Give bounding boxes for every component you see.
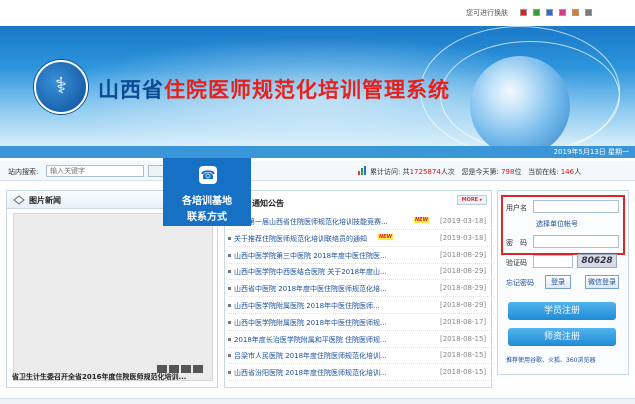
captcha-label: 验证码 — [506, 259, 527, 267]
notice-item[interactable]: 印发第一届山西省住院医师规范化培训技能竞赛... NEW [2019-03-18] — [228, 214, 494, 230]
bar-chart-icon — [358, 166, 366, 175]
today-count: 798 — [501, 168, 515, 176]
notice-date: [2018-08-17] — [440, 317, 487, 326]
bottom-border — [0, 398, 635, 404]
forgot-password-link[interactable]: 忘记密码 — [506, 278, 534, 288]
contact-line2: 联系方式 — [187, 212, 227, 223]
notice-date: [2018-08-15] — [440, 351, 487, 360]
notice-link[interactable]: 山西中医学院附属医院 2018年中医住院医师规... — [234, 318, 434, 328]
username-label: 用户名 — [506, 204, 527, 212]
notice-date: [2019-03-18] — [440, 217, 487, 225]
search-button[interactable] — [148, 165, 164, 177]
notice-item[interactable]: 山西省中医院 2018年度中医住院医师规范化培... [2018-08-29] — [228, 281, 494, 298]
skin-pink-swatch[interactable] — [559, 9, 566, 16]
notice-date: [2019-03-18] — [440, 233, 487, 242]
list-bullet-icon — [228, 287, 231, 291]
notice-item[interactable]: 山西中医学院中西医结合医院 关于2018年度山... [2018-08-29] — [228, 264, 494, 281]
wechat-login-button[interactable]: 微信登录 — [585, 275, 619, 289]
notice-item[interactable]: 山西中医学院附属医院 2018年中医住院医师... [2018-08-29] — [228, 298, 494, 314]
online-label: 当前在线: — [528, 168, 559, 176]
teacher-register-button[interactable]: 师资注册 — [508, 328, 616, 346]
news-photo-slide[interactable] — [13, 213, 213, 381]
captcha-input[interactable] — [533, 255, 573, 268]
notice-link[interactable]: 山西中医学院中西医结合医院 关于2018年度山... — [234, 267, 434, 277]
notice-title: 通知公告 — [252, 199, 284, 208]
title-prefix: 山西省 — [98, 78, 164, 102]
visit-stats: 累计访问: 共1725874人次 您是今天第: 798位 当前在线: 146人 — [370, 167, 581, 177]
phone-icon: ☎ — [199, 166, 217, 184]
notice-date: [2018-08-29] — [440, 267, 487, 276]
online-unit: 人 — [574, 168, 582, 176]
header-banner: ⚕ 山西省住院医师规范化培训管理系统 — [0, 26, 635, 146]
skin-orange-swatch[interactable] — [572, 9, 579, 16]
training-base-contact-button[interactable]: ☎ 各培训基地 联系方式 — [163, 158, 251, 226]
photo-news-caption[interactable]: 省卫生计生委召开全省2016年度住院医师规范化培训... — [12, 372, 212, 382]
login-button[interactable]: 登录 — [545, 275, 571, 289]
notice-date: [2018-08-29] — [440, 301, 487, 309]
list-bullet-icon — [228, 304, 231, 307]
skin-red-swatch[interactable] — [520, 9, 527, 16]
visits-unit: 人次 — [440, 168, 455, 176]
captcha-image[interactable]: 80628 — [577, 254, 617, 268]
list-bullet-icon — [228, 354, 231, 358]
today-unit: 位 — [514, 168, 522, 176]
contact-line1: 各培训基地 — [182, 196, 232, 207]
title-highlight: 住院医师规范化培训管理系统 — [164, 78, 450, 102]
skin-gray-swatch[interactable] — [585, 9, 592, 16]
notice-date: [2018-08-15] — [440, 368, 487, 377]
online-count: 146 — [560, 168, 575, 176]
list-bullet-icon — [228, 236, 231, 240]
today-label: 您是今天第: — [461, 168, 499, 176]
notice-date: [2018-08-29] — [440, 284, 487, 293]
notice-date: [2018-08-29] — [440, 250, 487, 259]
search-input[interactable] — [46, 165, 144, 177]
choose-unit-account-link[interactable]: 选择单位帐号 — [536, 219, 578, 229]
medical-cross-icon: ⚕ — [55, 74, 67, 99]
notice-item[interactable]: 吕梁市人民医院 2018年度住院医师规范化培训... [2018-08-15] — [228, 348, 494, 365]
notice-link[interactable]: 山西省中医院 2018年度中医住院医师规范化培... — [234, 284, 434, 294]
current-date: 2019年5月13日 星期一 — [553, 148, 629, 156]
photo-news-title: 图片新闻 — [29, 196, 61, 205]
globe-graphic — [470, 56, 570, 146]
notice-link[interactable]: 印发第一届山西省住院医师规范化培训技能竞赛... — [234, 217, 434, 227]
province-emblem-logo: ⚕ — [34, 60, 88, 114]
skin-blue-swatch[interactable] — [546, 9, 553, 16]
list-bullet-icon — [228, 270, 231, 274]
visits-label: 累计访问: 共 — [370, 168, 410, 176]
student-register-button[interactable]: 学员注册 — [508, 302, 616, 320]
notice-item[interactable]: 2018年度长治医学院附属和平医院 住院医师规... [2018-08-15] — [228, 332, 494, 348]
system-title: 山西省住院医师规范化培训管理系统 — [98, 74, 450, 104]
notice-link[interactable]: 2018年度长治医学院附属和平医院 住院医师规... — [234, 335, 434, 345]
notice-link[interactable]: 山西省汾阳医院 2018年度住院医师规范化培训... — [234, 368, 434, 378]
search-label: 站内搜索: — [8, 168, 39, 176]
visits-count: 1725874 — [409, 168, 441, 176]
password-label: 密 码 — [506, 239, 527, 247]
new-badge: NEW — [414, 217, 430, 223]
new-badge: NEW — [378, 233, 394, 240]
news-bullet-icon — [13, 195, 25, 205]
username-input[interactable] — [533, 200, 619, 213]
notice-item[interactable]: 关于推荐住院医师规范化培训联络员的通知 NEW [2019-03-18] — [228, 231, 494, 247]
notice-date: [2018-08-15] — [440, 334, 487, 343]
list-bullet-icon — [228, 253, 231, 257]
notice-link[interactable]: 山西中医学院第三中医院 2018年度中医住院医... — [234, 251, 434, 261]
list-bullet-icon — [228, 371, 231, 375]
notice-link[interactable]: 山西中医学院附属医院 2018年中医住院医师... — [234, 301, 434, 311]
top-strip: 您可进行换肤 — [0, 0, 635, 26]
more-label: MORE — [461, 197, 479, 203]
skin-label: 您可进行换肤 — [466, 9, 508, 17]
search-bar: 站内搜索: 累计访问: 共1725874人次 您是今天第: 798位 当前在线:… — [0, 161, 635, 181]
browser-hint: 推荐使用谷歌、火狐、360浏览器 — [506, 357, 596, 364]
list-bullet-icon — [228, 337, 231, 341]
notice-link[interactable]: 关于推荐住院医师规范化培训联络员的通知 — [234, 234, 434, 244]
date-bar: 2019年5月13日 星期一 — [0, 146, 635, 158]
skin-green-swatch[interactable] — [533, 9, 540, 16]
list-bullet-icon — [228, 320, 231, 324]
notice-item[interactable]: 山西中医学院第三中医院 2018年度中医住院医... [2018-08-29] — [228, 248, 494, 264]
notice-item[interactable]: 山西省汾阳医院 2018年度住院医师规范化培训... [2018-08-15] — [228, 365, 494, 382]
notice-link[interactable]: 吕梁市人民医院 2018年度住院医师规范化培训... — [234, 351, 434, 361]
password-input[interactable] — [533, 235, 619, 248]
notice-item[interactable]: 山西中医学院附属医院 2018年中医住院医师规... [2018-08-17] — [228, 315, 494, 331]
more-notices-button[interactable]: MORE ▸ — [457, 195, 487, 205]
